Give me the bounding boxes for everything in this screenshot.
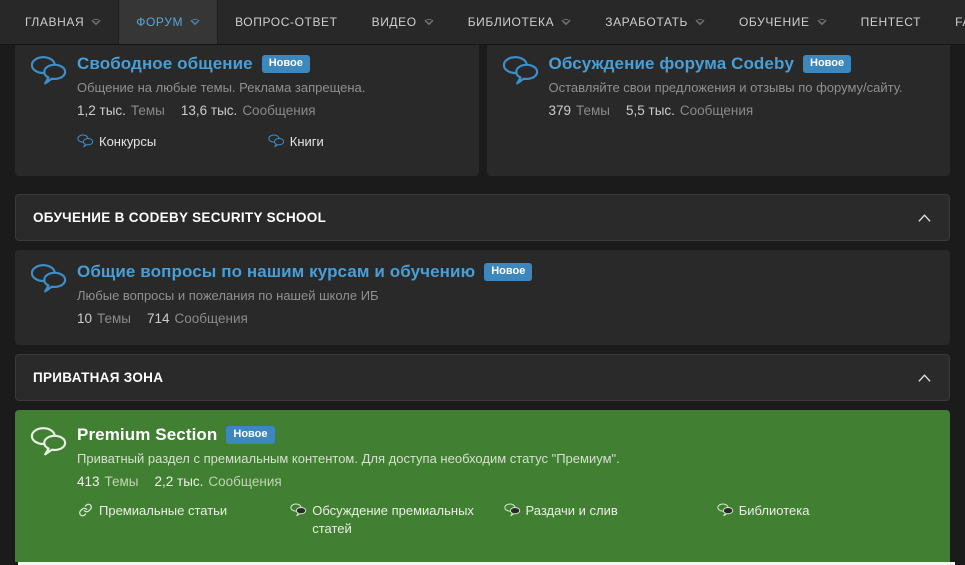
chevron-down-icon	[91, 19, 101, 26]
new-badge: Новое	[226, 426, 275, 444]
comments-icon	[290, 503, 307, 517]
comments-icon	[30, 426, 68, 457]
forum-stats: 379 Темы 5,5 тыс. Сообщения	[549, 103, 931, 118]
nav-item-earn[interactable]: ЗАРАБОТАТЬ	[588, 0, 722, 44]
comments-icon	[502, 55, 540, 86]
messages-count: 714	[147, 311, 170, 326]
subforum-list: Конкурсы Книги	[77, 133, 459, 151]
messages-count: 13,6 тыс.	[180, 103, 238, 118]
forum-title-link[interactable]: Обсуждение форума Codeby	[549, 54, 795, 74]
topics-label: Темы	[576, 103, 611, 118]
topics-count: 379	[548, 103, 572, 118]
chevron-down-icon	[817, 19, 827, 26]
section-header-school[interactable]: ОБУЧЕНИЕ В CODEBY SECURITY SCHOOL	[15, 194, 950, 241]
section-title: ПРИВАТНАЯ ЗОНА	[33, 370, 164, 385]
nav-item-label: ПЕНТЕСТ	[860, 15, 922, 29]
messages-count: 2,2 тыс.	[154, 474, 204, 489]
new-badge: Новое	[484, 263, 533, 281]
nav-item-education[interactable]: ОБУЧЕНИЕ	[722, 0, 844, 44]
subforum-label: Раздачи и слив	[525, 503, 618, 518]
comments-icon	[30, 263, 68, 294]
subforum-label: Библиотека	[738, 503, 810, 518]
messages-label: Сообщения	[679, 103, 754, 118]
nav-item-label: ФОРУМ	[136, 15, 184, 29]
subforum-link-konkursy[interactable]: Конкурсы	[77, 133, 268, 151]
forum-title-link[interactable]: Общие вопросы по нашим курсам и обучению	[77, 262, 475, 282]
nav-item-label: ВИДЕО	[371, 15, 417, 29]
nav-item-label: FAQ	[955, 15, 965, 29]
forum-node-row: Свободное общение Новое Общение на любые…	[15, 45, 950, 176]
nav-item-library[interactable]: БИБЛИОТЕКА	[451, 0, 589, 44]
nav-item-label: ОБУЧЕНИЕ	[738, 15, 810, 29]
forum-description: Приватный раздел с премиальным контентом…	[77, 451, 620, 466]
forum-stats: 1,2 тыс. Темы 13,6 тыс. Сообщения	[77, 103, 459, 118]
new-badge: Новое	[803, 55, 852, 73]
comments-icon	[30, 55, 68, 86]
section-header-private[interactable]: ПРИВАТНАЯ ЗОНА	[15, 354, 950, 401]
forum-stats: 413 Темы 2,2 тыс. Сообщения	[77, 474, 930, 489]
nav-item-label: ВОПРОС-ОТВЕТ	[235, 15, 338, 29]
subforum-link-knigi[interactable]: Книги	[268, 133, 459, 151]
nav-item-pentest[interactable]: ПЕНТЕСТ	[844, 0, 938, 44]
comments-icon	[717, 503, 734, 517]
comments-icon	[77, 134, 94, 148]
subforum-label: Премиальные статьи	[99, 503, 228, 518]
nav-item-label: ЗАРАБОТАТЬ	[605, 15, 688, 29]
forum-node-codeby-discussion: Обсуждение форума Codeby Новое Оставляйт…	[486, 45, 950, 176]
topics-label: Темы	[97, 311, 132, 326]
nav-item-qa[interactable]: ВОПРОС-ОТВЕТ	[218, 0, 355, 44]
subforum-label: Обсуждение премиальных статей	[312, 503, 474, 536]
chevron-down-icon	[424, 19, 434, 26]
nav-item-forum[interactable]: ФОРУМ	[118, 0, 219, 44]
forum-page: ГЛАВНАЯ ФОРУМ ВОПРОС-ОТВЕТ ВИДЕО БИБЛИОТ…	[0, 0, 965, 565]
subforum-link-premium-articles[interactable]: Премиальные статьи	[77, 502, 290, 537]
chevron-down-icon	[561, 19, 571, 26]
chevron-down-icon	[190, 19, 200, 26]
forum-description: Общение на любые темы. Реклама запрещена…	[77, 80, 366, 95]
forum-node-premium-section: Premium Section Новое Приватный раздел с…	[15, 410, 950, 562]
topics-label: Темы	[130, 103, 165, 118]
link-icon	[77, 503, 94, 517]
subforum-label: Книги	[289, 134, 324, 149]
nav-item-label: ГЛАВНАЯ	[25, 15, 85, 29]
forum-description: Любые вопросы и пожелания по нашей школе…	[77, 288, 379, 303]
subforum-link-library[interactable]: Библиотека	[717, 502, 930, 537]
nav-item-faq[interactable]: FAQ	[938, 0, 965, 44]
comments-icon	[504, 503, 521, 517]
messages-label: Сообщения	[174, 311, 248, 326]
chevron-down-icon	[695, 19, 705, 26]
messages-label: Сообщения	[242, 103, 316, 118]
main-nav: ГЛАВНАЯ ФОРУМ ВОПРОС-ОТВЕТ ВИДЕО БИБЛИОТ…	[0, 0, 965, 45]
comments-icon	[268, 134, 285, 148]
topics-count: 10	[77, 311, 93, 326]
forum-title-link[interactable]: Свободное общение	[77, 54, 253, 74]
chevron-up-icon[interactable]	[917, 373, 932, 383]
topics-count: 413	[77, 474, 100, 489]
nav-item-label: БИБЛИОТЕКА	[467, 15, 555, 29]
topics-label: Темы	[104, 474, 139, 489]
forum-title-link[interactable]: Premium Section	[77, 425, 217, 445]
messages-count: 5,5 тыс.	[626, 103, 675, 118]
chevron-up-icon[interactable]	[917, 213, 932, 223]
nav-item-home[interactable]: ГЛАВНАЯ	[8, 0, 118, 44]
new-badge: Новое	[261, 55, 310, 73]
nav-item-video[interactable]: ВИДЕО	[355, 0, 451, 44]
section-title: ОБУЧЕНИЕ В CODEBY SECURITY SCHOOL	[33, 210, 327, 225]
subforum-link-premium-discussion[interactable]: Обсуждение премиальных статей	[290, 502, 503, 537]
topics-count: 1,2 тыс.	[77, 103, 126, 118]
forum-description: Оставляйте свои предложения и отзывы по …	[548, 80, 903, 95]
forum-stats: 10 Темы 714 Сообщения	[77, 311, 930, 326]
subforum-list: Премиальные статьи Обсуждение премиальны…	[77, 502, 930, 537]
subforum-label: Конкурсы	[99, 134, 157, 149]
forum-node-free-chat: Свободное общение Новое Общение на любые…	[15, 45, 479, 176]
forum-node-course-questions: Общие вопросы по нашим курсам и обучению…	[15, 250, 950, 345]
subforum-link-giveaways[interactable]: Раздачи и слив	[504, 502, 717, 537]
messages-label: Сообщения	[208, 474, 282, 489]
